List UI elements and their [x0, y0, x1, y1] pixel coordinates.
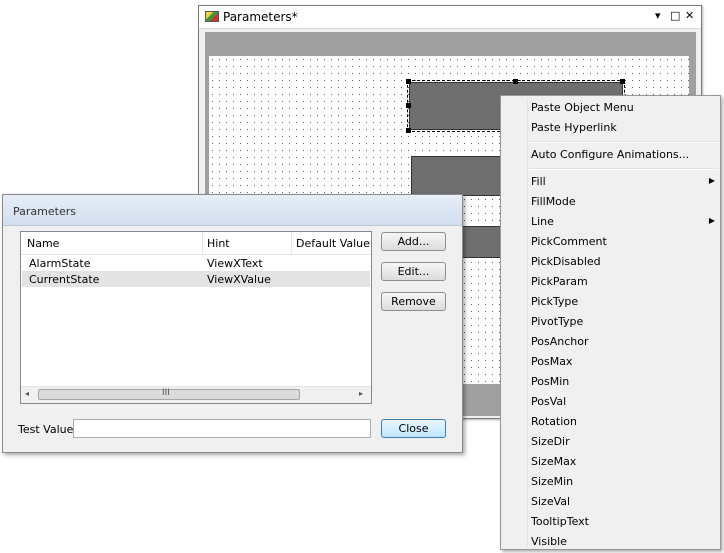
pin-dropdown-icon[interactable]: ▾ [655, 9, 661, 22]
scroll-right-icon[interactable]: ▸ [359, 389, 363, 398]
remove-button[interactable]: Remove [381, 292, 446, 311]
menu-item-picktype[interactable]: PickType [531, 292, 717, 312]
menu-item-pickcomment[interactable]: PickComment [531, 232, 717, 252]
menu-item-pickparam[interactable]: PickParam [531, 272, 717, 292]
resize-handle[interactable] [513, 79, 518, 84]
resize-handle[interactable] [406, 128, 411, 133]
add-button[interactable]: Add... [381, 232, 446, 251]
menu-item-label: Visible [531, 535, 567, 548]
menu-item-label: Paste Object Menu [531, 101, 634, 114]
menu-item-label: PosAnchor [531, 335, 589, 348]
resize-handle[interactable] [620, 79, 625, 84]
menu-item-label: PickComment [531, 235, 607, 248]
menu-item-posval[interactable]: PosVal [531, 392, 717, 412]
parameters-list[interactable]: Name Hint Default Value AlarmState ViewX… [20, 231, 372, 404]
menu-item-label: PosMax [531, 355, 573, 368]
menu-item-pickdisabled[interactable]: PickDisabled [531, 252, 717, 272]
menu-item-auto-configure-animations[interactable]: Auto Configure Animations... [531, 145, 717, 165]
scroll-thumb[interactable]: III [38, 388, 300, 400]
menu-item-posanchor[interactable]: PosAnchor [531, 332, 717, 352]
menu-item-label: PickDisabled [531, 255, 601, 268]
resize-handle[interactable] [406, 103, 411, 108]
menu-item-sizemax[interactable]: SizeMax [531, 452, 717, 472]
menu-item-label: Rotation [531, 415, 578, 428]
menu-item-sizedir[interactable]: SizeDir [531, 432, 717, 452]
edit-button[interactable]: Edit... [381, 262, 446, 281]
context-menu: Paste Object Menu Paste Hyperlink Auto C… [500, 95, 721, 550]
menu-item-paste-object-menu[interactable]: Paste Object Menu [531, 98, 717, 118]
menu-item-label: Auto Configure Animations... [531, 148, 690, 161]
menu-gutter [527, 98, 528, 547]
menu-item-label: SizeDir [531, 435, 570, 448]
menu-item-label: Line [531, 215, 554, 228]
display-icon [205, 11, 219, 22]
test-value-input[interactable] [73, 419, 371, 438]
scroll-left-icon[interactable]: ◂ [25, 389, 29, 398]
menu-item-pivottype[interactable]: PivotType [531, 312, 717, 332]
row-name: CurrentState [29, 273, 100, 286]
menu-item-line[interactable]: Line ▶ [531, 212, 717, 232]
menu-item-rotation[interactable]: Rotation [531, 412, 717, 432]
column-divider[interactable] [291, 232, 292, 254]
menu-item-posmin[interactable]: PosMin [531, 372, 717, 392]
menu-item-label: SizeMax [531, 455, 577, 468]
parameters-dialog: Parameters Name Hint Default Value Alarm… [2, 194, 463, 453]
menu-item-label: SizeMin [531, 475, 574, 488]
menu-item-sizemin[interactable]: SizeMin [531, 472, 717, 492]
column-header-name[interactable]: Name [27, 237, 59, 250]
menu-item-label: Fill [531, 175, 546, 188]
column-divider[interactable] [202, 232, 203, 254]
horizontal-scrollbar[interactable]: ◂ III ▸ [21, 386, 371, 403]
editor-title: Parameters* [223, 10, 298, 24]
maximize-icon[interactable]: □ [670, 9, 680, 22]
menu-item-label: FillMode [531, 195, 576, 208]
dialog-title: Parameters [13, 205, 76, 218]
menu-item-label: PickParam [531, 275, 588, 288]
list-header: Name Hint Default Value [21, 232, 371, 255]
menu-item-fill[interactable]: Fill ▶ [531, 172, 717, 192]
menu-item-paste-hyperlink[interactable]: Paste Hyperlink [531, 118, 717, 138]
table-row-selected[interactable]: CurrentState ViewXValue [22, 271, 370, 287]
menu-item-label: SizeVal [531, 495, 571, 508]
menu-item-label: PickType [531, 295, 579, 308]
menu-item-visible[interactable]: Visible [531, 532, 717, 552]
editor-titlebar[interactable]: Parameters* ▾ □ ✕ [199, 6, 701, 29]
menu-item-label: PosVal [531, 395, 567, 408]
column-header-default-value[interactable]: Default Value [296, 237, 370, 250]
column-header-hint[interactable]: Hint [207, 237, 230, 250]
resize-handle[interactable] [406, 79, 411, 84]
menu-item-sizeval[interactable]: SizeVal [531, 492, 717, 512]
row-name: AlarmState [29, 257, 91, 270]
menu-item-label: PivotType [531, 315, 584, 328]
menu-item-label: TooltipText [531, 515, 589, 528]
menu-item-label: PosMin [531, 375, 570, 388]
menu-separator [529, 141, 718, 143]
submenu-arrow-icon: ▶ [708, 176, 715, 185]
menu-item-tooltiptext[interactable]: TooltipText [531, 512, 717, 532]
scroll-grip: III [162, 388, 170, 398]
close-button[interactable]: Close [381, 419, 446, 438]
menu-item-label: Paste Hyperlink [531, 121, 617, 134]
menu-separator [529, 168, 718, 170]
submenu-arrow-icon: ▶ [708, 216, 715, 225]
test-value-label: Test Value [18, 423, 74, 436]
table-row[interactable]: AlarmState ViewXText [22, 255, 370, 271]
row-hint: ViewXText [207, 257, 263, 270]
dialog-titlebar[interactable]: Parameters [3, 195, 462, 226]
row-hint: ViewXValue [207, 273, 271, 286]
menu-item-posmax[interactable]: PosMax [531, 352, 717, 372]
close-icon[interactable]: ✕ [685, 9, 694, 22]
menu-item-fillmode[interactable]: FillMode [531, 192, 717, 212]
